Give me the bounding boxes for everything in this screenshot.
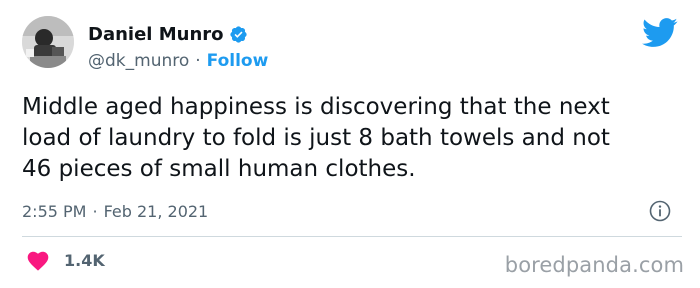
info-icon[interactable] — [648, 199, 672, 223]
watermark: boredpanda.com — [504, 253, 684, 277]
heart-icon — [26, 249, 50, 271]
verified-badge-icon — [229, 25, 248, 44]
author-name-row: Daniel Munro — [88, 23, 248, 45]
avatar-image — [22, 16, 74, 68]
separator-dot: · — [195, 51, 201, 71]
like-count: 1.4K — [64, 250, 105, 270]
follow-button[interactable]: Follow — [207, 51, 269, 71]
tweet-text-line: load of laundry to fold is just 8 bath t… — [22, 125, 610, 151]
tweet-date: Feb 21, 2021 — [103, 201, 209, 221]
tweet-card: Daniel Munro @dk_munro · Follow Middle a… — [0, 0, 700, 288]
tweet-text-line: 46 pieces of small human clothes. — [22, 156, 416, 182]
author-handle-row: @dk_munro · Follow — [88, 50, 268, 72]
avatar[interactable] — [22, 16, 74, 68]
tweet-text-line: Middle aged happiness is discovering tha… — [22, 94, 610, 120]
tweet-time: 2:55 PM — [22, 201, 87, 221]
like-button[interactable]: 1.4K — [26, 247, 105, 273]
tweet-timestamp[interactable]: 2:55 PM · Feb 21, 2021 — [22, 199, 208, 223]
separator-dot: · — [92, 201, 98, 221]
tweet-text: Middle aged happiness is discovering tha… — [22, 92, 686, 185]
twitter-bird-icon[interactable] — [642, 18, 678, 48]
divider — [22, 236, 682, 237]
display-name[interactable]: Daniel Munro — [88, 24, 224, 45]
author-handle[interactable]: @dk_munro — [88, 51, 189, 71]
